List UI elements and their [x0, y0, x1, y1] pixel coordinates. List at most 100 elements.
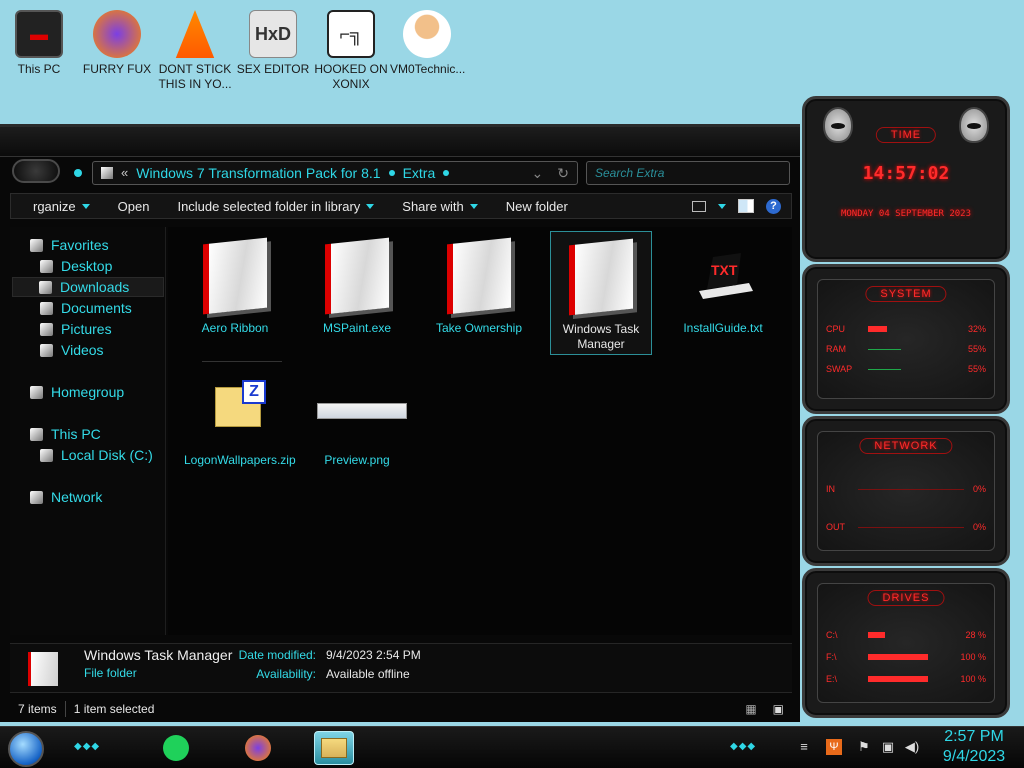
chevron-down-icon [469, 203, 478, 209]
nav-local-disk[interactable]: Local Disk (C:) [40, 445, 153, 465]
desktop-icon-hooked-on-xonix[interactable]: ⌐╗ HOOKED ON XONIX [314, 4, 388, 92]
cpu-value: 32% [967, 324, 986, 334]
breadcrumb-item[interactable]: Extra [403, 162, 436, 184]
status-bar: 7 items 1 item selected ▦ ▣ [10, 699, 792, 719]
folder-icon [28, 652, 58, 686]
network-in-graph [858, 489, 964, 490]
network-icon[interactable]: ▣ [880, 739, 896, 755]
txt-document-icon: TXT [699, 253, 753, 299]
desktop-icon-label: This PC [17, 62, 61, 76]
desktop-icon-label: FURRY FUX [82, 62, 152, 76]
nav-documents[interactable]: Documents [40, 298, 132, 318]
taskbar-clock[interactable]: 2:57 PM 9/4/2023 [934, 727, 1014, 767]
navigation-pane: Favorites Desktop Downloads Documents Pi… [10, 227, 166, 635]
nav-downloads[interactable]: Downloads [12, 277, 164, 297]
drive-f-value: 100 % [960, 652, 986, 662]
share-with-button[interactable]: Share with [388, 194, 491, 218]
large-icons-view-icon[interactable]: ▣ [765, 699, 792, 719]
address-dropdown-icon[interactable]: ⌄ [532, 162, 544, 184]
breadcrumb-separator-icon[interactable] [388, 170, 395, 176]
gadget-title: SYSTEM [865, 286, 947, 302]
nav-label: Local Disk (C:) [61, 447, 153, 463]
taskbar-decoration: ◆◆◆ [730, 741, 757, 752]
recent-locations-dot[interactable] [74, 169, 82, 177]
help-icon[interactable]: ? [766, 198, 781, 214]
file-item-windows-task-manager[interactable]: Windows Task Manager [550, 231, 652, 355]
nav-this-pc[interactable]: This PC [30, 424, 101, 444]
breadcrumb-separator-icon[interactable] [443, 170, 450, 176]
availability-value: Available offline [326, 667, 410, 681]
desktop-icon-furry-fux[interactable]: FURRY FUX [80, 4, 154, 77]
desktop-icon-vm0technic[interactable]: VM0Technic... [390, 4, 465, 77]
file-item-take-ownership[interactable]: Take Ownership [428, 235, 530, 336]
selection-count: 1 item selected [73, 702, 155, 716]
nav-network[interactable]: Network [30, 487, 102, 507]
file-item-installguide[interactable]: TXT InstallGuide.txt [672, 235, 774, 336]
details-view-icon[interactable]: ▦ [737, 699, 764, 719]
show-hidden-icons-icon[interactable]: ≡ [796, 739, 812, 755]
taskbar-notes-app[interactable] [156, 731, 196, 765]
file-item-mspaint[interactable]: MSPaint.exe [306, 235, 408, 336]
folder-icon [439, 235, 519, 315]
nav-label: Desktop [61, 258, 113, 274]
breadcrumb-item[interactable]: Windows 7 Transformation Pack for 8.1 [136, 162, 380, 184]
open-button[interactable]: Open [104, 194, 164, 218]
file-name: InstallGuide.txt [683, 321, 763, 335]
volume-icon[interactable]: ◀) [904, 739, 920, 755]
preview-pane-icon[interactable] [738, 199, 754, 213]
file-name: Take Ownership [435, 321, 523, 335]
nav-label: Homegroup [51, 384, 125, 400]
desktop-icon-this-pc[interactable]: ▬ This PC [2, 4, 76, 77]
svg-text:TXT: TXT [711, 262, 738, 278]
drive-c-value: 28 % [965, 630, 986, 640]
file-item-logonwallpapers[interactable]: Z LogonWallpapers.zip [184, 367, 296, 468]
new-folder-button[interactable]: New folder [492, 194, 582, 218]
file-item-preview[interactable]: Preview.png [306, 367, 408, 468]
address-overflow-chevron[interactable]: « [121, 162, 128, 184]
file-item-aero-ribbon[interactable]: Aero Ribbon [184, 235, 286, 336]
refresh-icon[interactable]: ↻ [557, 162, 569, 184]
desktop-icon-dont-stick[interactable]: DONT STICK THIS IN YO... [158, 4, 232, 92]
start-orb-button[interactable] [8, 731, 44, 767]
action-center-flag-icon[interactable]: ⚑ [856, 739, 872, 755]
network-icon [30, 490, 43, 504]
file-name: MSPaint.exe [322, 321, 392, 335]
nav-favorites[interactable]: Favorites [30, 235, 109, 255]
back-forward-nav-button[interactable] [12, 159, 60, 183]
ram-row: RAM 55% [826, 342, 986, 356]
time-gadget[interactable]: TIME 14:57:02 MONDAY 04 SEPTEMBER 2023 [802, 96, 1010, 262]
gadget-date: MONDAY 04 SEPTEMBER 2023 [840, 209, 972, 219]
nav-desktop[interactable]: Desktop [40, 256, 112, 276]
gadget-screen: NETWORK IN 0% OUT 0% [817, 431, 995, 551]
view-options-chevron-icon[interactable] [718, 203, 726, 209]
nav-homegroup[interactable]: Homegroup [30, 382, 124, 402]
swap-bar [868, 368, 901, 370]
nav-videos[interactable]: Videos [40, 340, 104, 360]
network-gadget[interactable]: NETWORK IN 0% OUT 0% [802, 416, 1010, 566]
item-count: 7 items [18, 702, 57, 716]
network-out-value: 0% [972, 522, 986, 532]
organize-button[interactable]: rganize [11, 194, 104, 218]
taskbar-decoration: ◆◆◆ [74, 741, 101, 752]
file-list: Aero Ribbon MSPaint.exe Take Ownership W… [168, 227, 792, 635]
file-name: Aero Ribbon [201, 321, 269, 335]
drives-gadget[interactable]: DRIVES C:\ 28 % F:\ 100 % E:\ 100 % [802, 568, 1010, 718]
drive-f-label: F:\ [826, 652, 837, 662]
chevron-down-icon [366, 203, 375, 209]
language-icon[interactable]: Ψ [826, 739, 842, 755]
change-view-icon[interactable] [692, 200, 706, 212]
include-in-library-button[interactable]: Include selected folder in library [163, 194, 388, 218]
system-gadget[interactable]: SYSTEM CPU 32% RAM 55% SWAP 55% [802, 264, 1010, 414]
search-input[interactable]: Search Extra [586, 161, 790, 185]
ram-value: 55% [967, 344, 986, 354]
taskbar-file-explorer[interactable] [314, 731, 354, 765]
address-bar[interactable]: « Windows 7 Transformation Pack for 8.1 … [92, 161, 578, 185]
alien-head-icon [959, 107, 989, 143]
drive-e-label: E:\ [826, 674, 838, 684]
desktop-icon-sex-editor[interactable]: HxD SEX EDITOR [236, 4, 310, 77]
gadget-title: TIME [875, 127, 937, 143]
taskbar-firefox[interactable] [238, 731, 278, 765]
clock-date: 9/4/2023 [942, 748, 1006, 765]
nav-label: This PC [51, 426, 101, 442]
nav-pictures[interactable]: Pictures [40, 319, 112, 339]
